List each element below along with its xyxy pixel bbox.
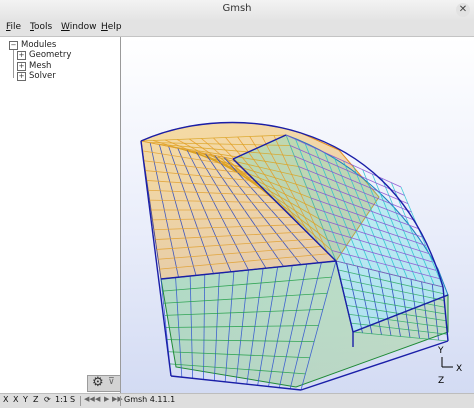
version-label: Gmsh 4.11.1: [124, 395, 176, 404]
filter-icon: ⊽: [108, 377, 115, 387]
status-divider: [80, 396, 81, 406]
graphics-viewport[interactable]: Y X Z: [121, 37, 474, 393]
view-x-button[interactable]: X: [3, 395, 8, 404]
mesh-view: Y X Z: [140, 121, 462, 391]
expand-icon[interactable]: +: [17, 72, 26, 81]
menu-bar: File Tools Window Help: [0, 20, 474, 37]
play-icon[interactable]: ▶: [104, 395, 109, 403]
tree-label-geometry: Geometry: [29, 50, 72, 60]
options-button[interactable]: ⚙ ⊽: [87, 375, 121, 392]
tree-label-modules: Modules: [21, 40, 57, 50]
menu-window[interactable]: Window: [61, 22, 97, 32]
gmsh-window: Gmsh ✕ File Tools Window Help − Modules …: [0, 0, 474, 408]
module-tree: − Modules + Geometry + Mesh + Solver: [0, 37, 121, 393]
scale-button[interactable]: 1:1: [55, 395, 68, 404]
x-axis-label: X: [456, 364, 462, 374]
menu-help[interactable]: Help: [101, 22, 122, 32]
gear-icon: ⚙: [92, 375, 104, 390]
y-axis-label: Y: [437, 346, 444, 356]
window-title: Gmsh: [222, 3, 252, 14]
rotate-icon[interactable]: ⟳: [44, 395, 51, 404]
rewind-icon[interactable]: ◀◀: [84, 395, 95, 403]
tree-label-solver: Solver: [29, 71, 56, 81]
close-icon[interactable]: ✕: [456, 3, 470, 17]
collapse-icon[interactable]: −: [9, 41, 18, 50]
expand-icon[interactable]: +: [17, 62, 26, 71]
snap-button[interactable]: S: [70, 395, 75, 404]
expand-icon[interactable]: +: [17, 51, 26, 60]
view-y-button[interactable]: Y: [23, 395, 28, 404]
z-axis-label: Z: [438, 376, 444, 386]
step-forward-icon[interactable]: ▶▶: [112, 395, 123, 403]
title-bar: Gmsh ✕: [0, 0, 474, 21]
view-z-button[interactable]: Z: [33, 395, 38, 404]
step-back-icon[interactable]: ◀: [95, 395, 100, 403]
menu-file[interactable]: File: [6, 22, 21, 32]
tree-connector: [13, 49, 14, 78]
status-bar: X X Y Z ⟳ 1:1 S ◀◀ ◀ ▶ ▶▶ Gmsh 4.11.1: [0, 393, 474, 408]
axes-indicator: Y X Z: [437, 346, 462, 386]
tree-label-mesh: Mesh: [29, 61, 52, 71]
menu-tools[interactable]: Tools: [30, 22, 52, 32]
status-divider: [120, 396, 121, 406]
view-x-button-2[interactable]: X: [13, 395, 18, 404]
